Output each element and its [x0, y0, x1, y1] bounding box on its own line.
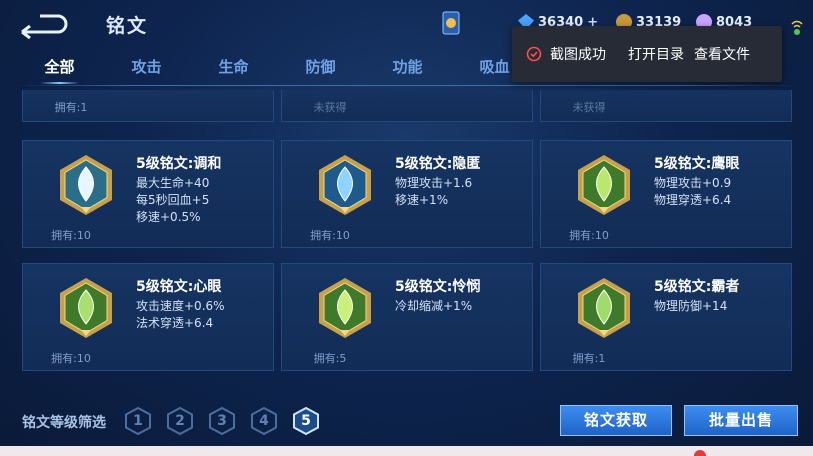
page-title: 铭文: [106, 15, 149, 37]
rune-emblem-icon: [60, 278, 112, 338]
owned-count: 拥有:10: [51, 352, 91, 365]
rune-attributes: 物理攻击+1.6 移速+1%: [395, 175, 472, 209]
tab-attack[interactable]: 攻击: [103, 56, 190, 84]
level-number: 4: [259, 413, 269, 429]
tab-utility[interactable]: 功能: [364, 56, 451, 84]
owned-count: 拥有:1: [54, 101, 88, 114]
attr-line: 最大生命+40: [136, 176, 210, 190]
level-number: 1: [133, 413, 143, 429]
rune-card[interactable]: 未获得: [281, 90, 533, 122]
owned-count: 拥有:10: [51, 229, 91, 242]
owned-count: 拥有:10: [310, 229, 350, 242]
owned-count: 拥有:5: [313, 352, 347, 365]
level-number: 2: [175, 413, 185, 429]
rune-card-stealth[interactable]: 5级铭文:隐匿 物理攻击+1.6 移速+1% 拥有:10: [281, 140, 533, 248]
rune-attributes: 物理攻击+0.9 物理穿透+6.4: [654, 175, 731, 209]
level-filter-1[interactable]: 1: [124, 406, 152, 436]
owned-count: 拥有:1: [572, 352, 606, 365]
check-circle-icon: [526, 46, 542, 62]
rune-attributes: 冷却缩减+1%: [395, 298, 472, 315]
tab-health[interactable]: 生命: [190, 56, 277, 84]
attr-line: 物理攻击+1.6: [395, 176, 473, 190]
owned-count: 未获得: [572, 101, 606, 114]
category-tabs: 全部 攻击 生命 防御 功能 吸血: [16, 56, 538, 84]
attr-line: 移速+1%: [395, 193, 449, 207]
attr-line: 移速+0.5%: [136, 210, 201, 224]
attr-line: 攻击速度+0.6%: [136, 299, 225, 313]
level-filter-3[interactable]: 3: [208, 406, 236, 436]
attr-line: 物理防御+14: [654, 299, 728, 313]
level-filter-5[interactable]: 5: [292, 406, 320, 436]
rune-emblem-icon: [319, 155, 371, 215]
rune-grid: 拥有:1 未获得 未获得 5级铭文:调和 最大生命+40 每5秒回血+5 移速+…: [0, 90, 813, 382]
bottom-bar: 铭文等级筛选 1 2 3 4 5 铭文获取 批量出售: [0, 396, 813, 446]
attr-line: 法术穿透+6.4: [136, 316, 214, 330]
tab-all[interactable]: 全部: [16, 56, 103, 84]
tab-defense[interactable]: 防御: [277, 56, 364, 84]
tab-divider: [16, 85, 797, 86]
notification-dot: [694, 450, 706, 456]
system-strip: [0, 446, 813, 456]
rune-card[interactable]: 拥有:1: [22, 90, 274, 122]
level-number: 5: [301, 413, 311, 429]
rune-book-icon[interactable]: [440, 10, 462, 38]
rune-card-mind-eye[interactable]: 5级铭文:心眼 攻击速度+0.6% 法术穿透+6.4 拥有:10: [22, 263, 274, 371]
rune-name: 5级铭文:隐匿: [395, 156, 481, 172]
attr-line: 物理穿透+6.4: [654, 193, 732, 207]
rune-acquire-button[interactable]: 铭文获取: [560, 405, 672, 436]
rune-emblem-icon: [319, 278, 371, 338]
rune-card[interactable]: 未获得: [540, 90, 792, 122]
level-filter-4[interactable]: 4: [250, 406, 278, 436]
attr-line: 物理攻击+0.9: [654, 176, 732, 190]
rune-attributes: 最大生命+40 每5秒回血+5 移速+0.5%: [136, 175, 209, 226]
owned-count: 拥有:10: [569, 229, 609, 242]
owned-count: 未获得: [313, 101, 347, 114]
rune-name: 5级铭文:调和: [136, 156, 222, 172]
rune-name: 5级铭文:怜悯: [395, 279, 481, 295]
back-arrow-icon[interactable]: [18, 12, 70, 40]
rune-name: 5级铭文:霸者: [654, 279, 740, 295]
rune-emblem-icon: [60, 155, 112, 215]
rune-card-harmony[interactable]: 5级铭文:调和 最大生命+40 每5秒回血+5 移速+0.5% 拥有:10: [22, 140, 274, 248]
rune-attributes: 攻击速度+0.6% 法术穿透+6.4: [136, 298, 225, 332]
level-number: 3: [217, 413, 227, 429]
rune-emblem-icon: [578, 278, 630, 338]
view-file-link[interactable]: 查看文件: [694, 44, 750, 64]
rune-card-mercy[interactable]: 5级铭文:怜悯 冷却缩减+1% 拥有:5: [281, 263, 533, 371]
rune-screen: 铭文 36340 + 33139 8043 全部 攻击 生命 防御 功能 吸血 …: [0, 0, 813, 456]
rune-emblem-icon: [578, 155, 630, 215]
level-filter-2[interactable]: 2: [166, 406, 194, 436]
screenshot-toast: 截图成功 打开目录 查看文件: [512, 26, 782, 82]
rune-name: 5级铭文:鹰眼: [654, 156, 740, 172]
rune-card-hawkeye[interactable]: 5级铭文:鹰眼 物理攻击+0.9 物理穿透+6.4 拥有:10: [540, 140, 792, 248]
attr-line: 每5秒回血+5: [136, 193, 210, 207]
level-filter-label: 铭文等级筛选: [22, 415, 106, 431]
rune-name: 5级铭文:心眼: [136, 279, 222, 295]
rune-attributes: 物理防御+14: [654, 298, 727, 315]
toast-message: 截图成功: [550, 47, 606, 63]
open-directory-link[interactable]: 打开目录: [628, 44, 684, 64]
attr-line: 冷却缩减+1%: [395, 299, 473, 313]
rune-card-overlord[interactable]: 5级铭文:霸者 物理防御+14 拥有:1: [540, 263, 792, 371]
bulk-sell-button[interactable]: 批量出售: [684, 405, 798, 436]
wifi-icon: [791, 20, 803, 35]
